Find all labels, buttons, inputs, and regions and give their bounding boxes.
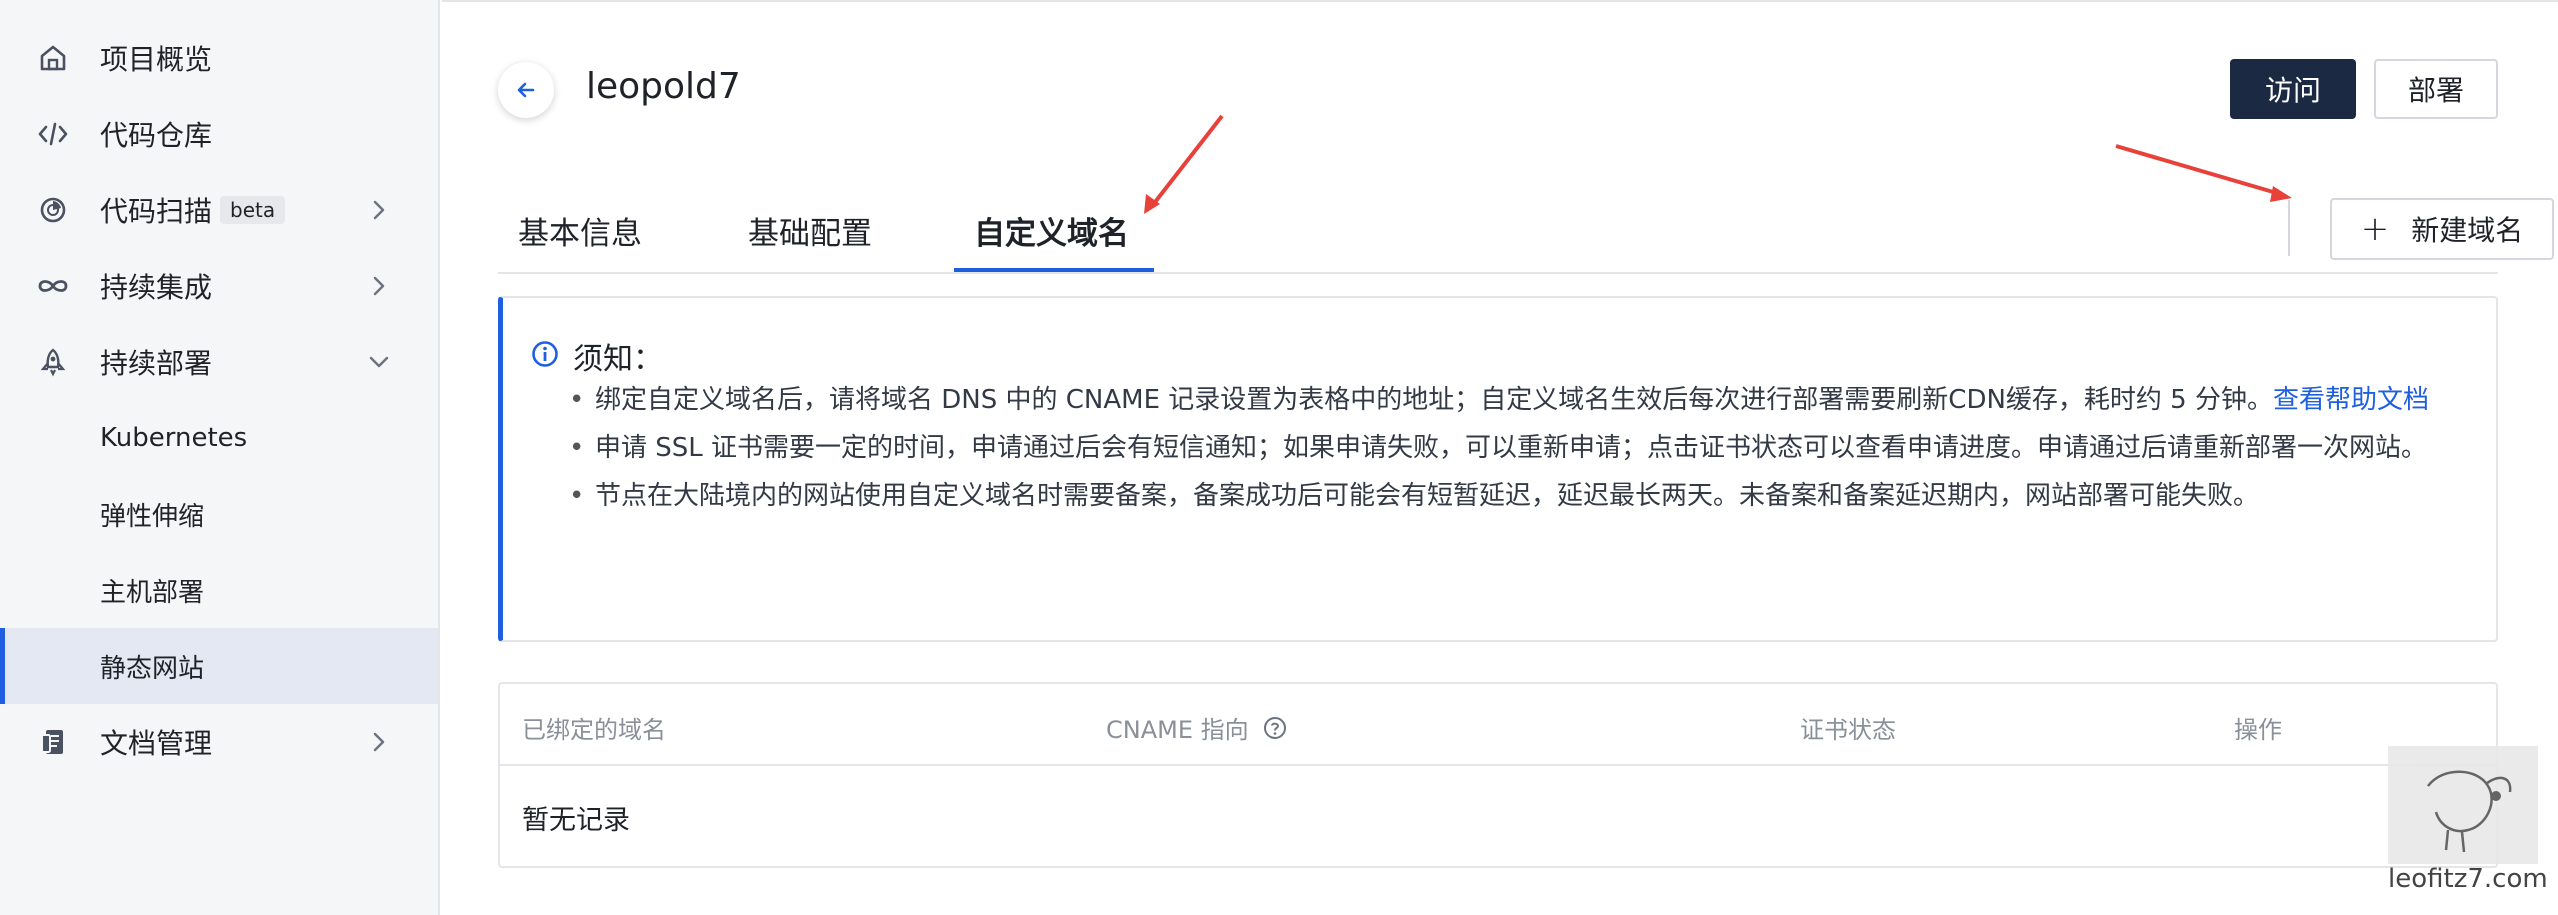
new-domain-button[interactable]: + 新建域名: [2330, 198, 2554, 260]
domain-table: 已绑定的域名 CNAME 指向 证书状态 操作 暂无记录: [498, 682, 2498, 868]
beta-badge: beta: [220, 196, 286, 224]
sidebar-item-label: 静态网站: [100, 653, 205, 684]
back-button[interactable]: [498, 62, 554, 118]
tab-divider: [2288, 200, 2290, 256]
column-header-actions: 操作: [2234, 716, 2282, 744]
sidebar-item-docs[interactable]: 文档管理: [0, 704, 438, 780]
sidebar-item-label: Kubernetes: [100, 423, 248, 453]
tab-basic-config[interactable]: 基础配置: [748, 208, 872, 253]
notice-item-text: 节点在大陆境内的网站使用自定义域名时需要备案，备案成功后可能会有短暂延迟，延迟最…: [595, 481, 2260, 511]
new-domain-label: 新建域名: [2411, 214, 2524, 247]
notice-title: 须知：: [573, 342, 663, 377]
top-divider: [442, 0, 2558, 2]
chevron-right-icon: [366, 197, 392, 223]
notice-header: 须知：: [531, 334, 663, 378]
dog-sketch-icon: [2427, 770, 2512, 853]
table-header: 已绑定的域名 CNAME 指向 证书状态 操作: [500, 684, 2496, 766]
column-header-cname-label: CNAME 指向: [1106, 716, 1249, 744]
sidebar: 项目概览 代码仓库 代码扫描 beta 持续集成 持续部署 Kubernetes…: [0, 0, 440, 915]
chevron-right-icon: [366, 729, 392, 755]
sidebar-item-autoscale[interactable]: 弹性伸缩: [0, 476, 438, 552]
column-header-cert: 证书状态: [1800, 716, 1896, 744]
deploy-button[interactable]: 部署: [2374, 59, 2498, 119]
column-header-cname: CNAME 指向: [1106, 710, 1287, 745]
tab-custom-domain[interactable]: 自定义域名: [974, 208, 1129, 253]
sidebar-item-repo[interactable]: 代码仓库: [0, 96, 438, 172]
chevron-down-icon: [366, 349, 392, 375]
tab-basic-info[interactable]: 基本信息: [518, 208, 642, 253]
notice-item: 绑定自定义域名后，请将域名 DNS 中的 CNAME 记录设置为表格中的地址；自…: [569, 376, 2469, 424]
sidebar-item-label: 文档管理: [100, 727, 213, 760]
sidebar-item-label: 主机部署: [100, 577, 205, 608]
visit-button[interactable]: 访问: [2230, 59, 2356, 119]
chevron-right-icon: [366, 273, 392, 299]
rocket-icon: [36, 345, 70, 379]
doc-icon: [36, 725, 70, 759]
sidebar-item-label: 弹性伸缩: [100, 501, 205, 532]
notice-item-text: 申请 SSL 证书需要一定的时间，申请通过后会有短信通知；如果申请失败，可以重新…: [595, 433, 2428, 463]
sidebar-item-cd[interactable]: 持续部署: [0, 324, 438, 400]
notice-box: 须知： 绑定自定义域名后，请将域名 DNS 中的 CNAME 记录设置为表格中的…: [498, 296, 2498, 642]
notice-item: 节点在大陆境内的网站使用自定义域名时需要备案，备案成功后可能会有短暂延迟，延迟最…: [569, 472, 2469, 520]
sidebar-item-host-deploy[interactable]: 主机部署: [0, 552, 438, 628]
scan-icon: [36, 193, 70, 227]
notice-item-text: 绑定自定义域名后，请将域名 DNS 中的 CNAME 记录设置为表格中的地址；自…: [595, 385, 2273, 415]
empty-state-text: 暂无记录: [522, 805, 630, 836]
tab-bar: 基本信息 基础配置 自定义域名 + 新建域名: [498, 180, 2554, 274]
page-title: leopold7: [586, 66, 741, 107]
sidebar-item-static-site[interactable]: 静态网站: [0, 628, 438, 704]
sidebar-item-label: 项目概览: [100, 43, 213, 76]
watermark-logo: [2388, 746, 2538, 864]
sidebar-item-label: 代码扫描: [100, 195, 213, 228]
notice-list: 绑定自定义域名后，请将域名 DNS 中的 CNAME 记录设置为表格中的地址；自…: [569, 376, 2469, 520]
sidebar-item-label: 持续部署: [100, 347, 213, 380]
help-doc-link[interactable]: 查看帮助文档: [2273, 385, 2429, 415]
main-content: leopold7 访问 部署 基本信息 基础配置 自定义域名 + 新建域名 须知…: [442, 0, 2558, 915]
active-tab-indicator: [954, 268, 1154, 272]
code-icon: [36, 117, 70, 151]
sidebar-item-kubernetes[interactable]: Kubernetes: [0, 400, 438, 476]
home-icon: [36, 41, 70, 75]
sidebar-item-label: 代码仓库: [100, 119, 213, 152]
sidebar-item-label: 持续集成: [100, 271, 213, 304]
arrow-left-icon: [517, 82, 535, 98]
sidebar-item-overview[interactable]: 项目概览: [0, 20, 438, 96]
info-icon: [531, 340, 559, 372]
help-circle-icon[interactable]: [1263, 716, 1287, 740]
infinity-icon: [36, 269, 70, 303]
watermark-text: leofitz7.com: [2388, 864, 2548, 894]
column-header-domain: 已绑定的域名: [522, 716, 666, 744]
plus-icon: +: [2360, 209, 2390, 249]
sidebar-item-scan[interactable]: 代码扫描 beta: [0, 172, 438, 248]
notice-item: 申请 SSL 证书需要一定的时间，申请通过后会有短信通知；如果申请失败，可以重新…: [569, 424, 2469, 472]
sidebar-item-ci[interactable]: 持续集成: [0, 248, 438, 324]
